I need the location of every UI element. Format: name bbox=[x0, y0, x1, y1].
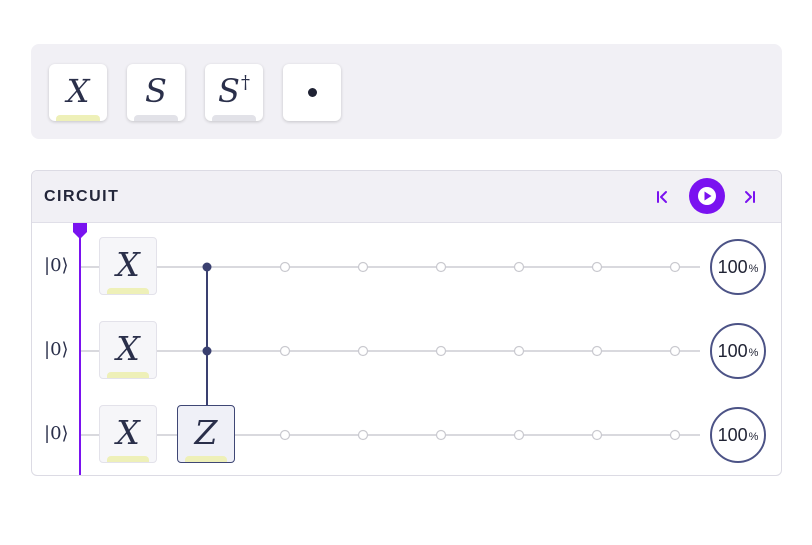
qubit-1-ket: |0⟩ bbox=[44, 339, 69, 360]
gate-color-bar bbox=[185, 456, 227, 462]
qubit-2-ket: |0⟩ bbox=[44, 423, 69, 444]
s-gate-symbol: S bbox=[145, 71, 167, 110]
qubit-1-probability[interactable]: 100% bbox=[710, 323, 766, 379]
z-gate-q2[interactable]: Z bbox=[177, 405, 235, 463]
s-dagger-gate-symbol: S† bbox=[218, 71, 250, 110]
empty-slot bbox=[357, 345, 369, 357]
empty-slot bbox=[357, 429, 369, 441]
empty-slot bbox=[513, 429, 525, 441]
palette-control-gate[interactable] bbox=[283, 64, 341, 121]
timeline-marker-icon bbox=[73, 223, 87, 239]
gate-symbol: Z bbox=[194, 412, 218, 452]
gate-color-bar bbox=[134, 115, 178, 121]
gate-color-bar bbox=[107, 288, 149, 294]
empty-slot bbox=[435, 345, 447, 357]
empty-slot bbox=[357, 261, 369, 273]
x-gate-symbol: X bbox=[66, 71, 90, 110]
empty-slot bbox=[669, 429, 681, 441]
gate-color-bar bbox=[56, 115, 100, 121]
empty-slot bbox=[279, 429, 291, 441]
empty-slot bbox=[591, 261, 603, 273]
palette-s-dagger-gate[interactable]: S† bbox=[205, 64, 263, 121]
empty-slot bbox=[513, 345, 525, 357]
palette-s-gate[interactable]: S bbox=[127, 64, 185, 121]
empty-slot bbox=[279, 261, 291, 273]
gate-color-bar bbox=[107, 456, 149, 462]
gate-palette: X S S† bbox=[31, 44, 782, 139]
empty-slot bbox=[591, 345, 603, 357]
control-dot-q1 bbox=[202, 346, 212, 356]
qubit-0-probability[interactable]: 100% bbox=[710, 239, 766, 295]
circuit-panel: CIRCUIT |0⟩ |0⟩ |0⟩ X X X Z 100 % 100 % … bbox=[31, 170, 782, 476]
qubit-0-ket: |0⟩ bbox=[44, 255, 69, 276]
gate-symbol: X bbox=[116, 328, 140, 368]
empty-slot bbox=[591, 429, 603, 441]
empty-slot bbox=[435, 429, 447, 441]
qubit-2-probability[interactable]: 100% bbox=[710, 407, 766, 463]
x-gate-q0[interactable]: X bbox=[99, 237, 157, 295]
gate-color-bar bbox=[107, 372, 149, 378]
x-gate-q2[interactable]: X bbox=[99, 405, 157, 463]
empty-slot bbox=[513, 261, 525, 273]
empty-slot bbox=[279, 345, 291, 357]
empty-slot bbox=[435, 261, 447, 273]
control-dot-q0 bbox=[202, 262, 212, 272]
gate-symbol: X bbox=[116, 244, 140, 284]
gate-color-bar bbox=[212, 115, 256, 121]
control-dot-icon bbox=[307, 88, 317, 97]
empty-slot bbox=[669, 261, 681, 273]
gate-symbol: X bbox=[116, 412, 140, 452]
palette-x-gate[interactable]: X bbox=[49, 64, 107, 121]
x-gate-q1[interactable]: X bbox=[99, 321, 157, 379]
empty-slot bbox=[669, 345, 681, 357]
